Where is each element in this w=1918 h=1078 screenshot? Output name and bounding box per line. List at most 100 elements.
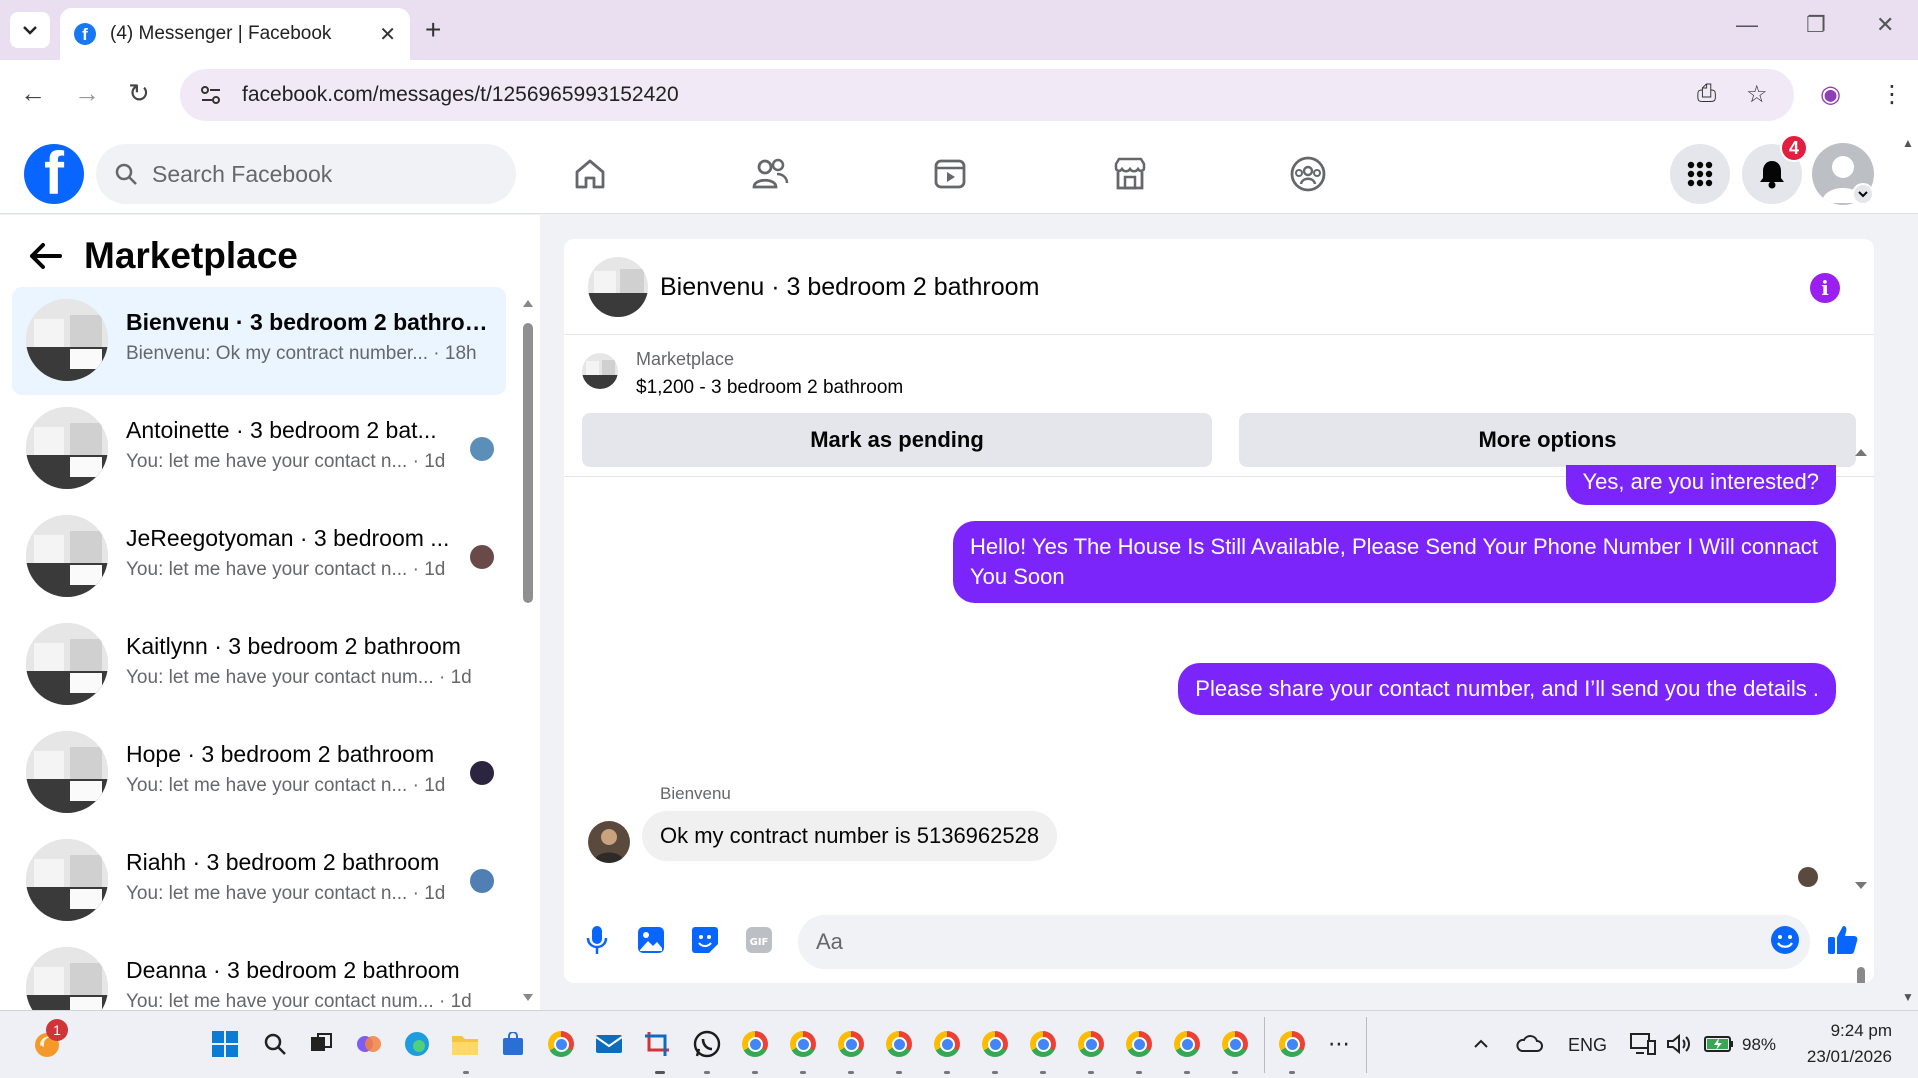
running-indicator <box>1289 1071 1295 1074</box>
address-bar[interactable]: facebook.com/messages/t/1256965993152420 <box>180 69 1794 121</box>
outlook-icon[interactable] <box>594 1029 624 1059</box>
back-icon[interactable]: ← <box>20 78 46 109</box>
chrome-profile-icon[interactable] <box>980 1029 1010 1059</box>
new-tab-button[interactable]: + <box>425 14 441 46</box>
chrome-profile-icon[interactable] <box>1277 1029 1307 1059</box>
snipping-tool-icon[interactable] <box>642 1029 672 1059</box>
battery-charging-icon[interactable] <box>1704 1029 1734 1059</box>
browser-tab[interactable]: f (4) Messenger | Facebook ✕ <box>60 8 410 60</box>
language-indicator[interactable]: ENG <box>1568 1035 1607 1056</box>
chrome-profile-icon[interactable] <box>1124 1029 1154 1059</box>
received-message[interactable]: Ok my contract number is 5136962528 <box>642 811 1058 861</box>
home-icon[interactable] <box>568 152 612 196</box>
search-icon[interactable] <box>260 1029 290 1059</box>
marketplace-icon[interactable] <box>1108 152 1152 196</box>
search-input[interactable]: Search Facebook <box>96 144 516 204</box>
chrome-profile-icon[interactable] <box>932 1029 962 1059</box>
message-input[interactable]: Aa <box>798 915 1810 969</box>
microphone-icon[interactable] <box>580 923 614 957</box>
bookmark-star-icon[interactable]: ☆ <box>1746 80 1768 109</box>
chrome-profile-icon[interactable] <box>740 1029 770 1059</box>
scroll-up-arrow-icon[interactable] <box>522 298 534 308</box>
edge-browser-icon[interactable] <box>402 1029 432 1059</box>
scrollbar-thumb[interactable] <box>523 323 533 603</box>
marketplace-label: Marketplace <box>636 349 735 369</box>
conversation-item[interactable]: Bienvenu · 3 bedroom 2 bathroo... Bienve… <box>12 287 506 395</box>
conversation-item[interactable]: Hope · 3 bedroom 2 bathroom You: let me … <box>12 719 506 827</box>
clock-time[interactable]: 9:24 pm <box>1820 1021 1892 1041</box>
message-composer: GIF Aa <box>564 903 1874 983</box>
video-icon[interactable] <box>928 152 972 196</box>
chrome-profile-icon[interactable] <box>836 1029 866 1059</box>
sent-message[interactable]: Please share your contact number, and I’… <box>1178 663 1836 715</box>
info-icon[interactable]: i <box>1810 273 1840 303</box>
sent-message[interactable]: Hello! Yes The House Is Still Available,… <box>953 521 1836 603</box>
seen-avatar <box>470 761 494 785</box>
friends-icon[interactable] <box>748 152 792 196</box>
listing-title[interactable]: $1,200 - 3 bedroom 2 bathroom <box>636 377 903 399</box>
file-explorer-icon[interactable] <box>450 1029 480 1059</box>
conversation-name: Hope · 3 bedroom 2 bathroom <box>126 741 435 767</box>
running-indicator <box>655 1071 665 1074</box>
more-apps-icon[interactable]: ⋯ <box>1324 1029 1354 1059</box>
emoji-icon[interactable] <box>1768 923 1802 957</box>
running-indicator <box>463 1071 469 1074</box>
conversation-item[interactable]: JeReegotyoman · 3 bedroom ... You: let m… <box>12 503 506 611</box>
sticker-icon[interactable] <box>688 923 722 957</box>
photo-icon[interactable] <box>634 923 668 957</box>
store-icon[interactable] <box>498 1029 528 1059</box>
forward-icon[interactable]: → <box>74 78 100 109</box>
chrome-profile-icon[interactable] <box>1076 1029 1106 1059</box>
groups-icon[interactable] <box>1286 152 1330 196</box>
copilot-icon[interactable] <box>354 1029 384 1059</box>
facebook-logo-icon[interactable]: f <box>24 144 84 204</box>
tab-search-button[interactable] <box>10 12 50 48</box>
clock-date[interactable]: 23/01/2026 <box>1790 1047 1892 1067</box>
conversation-item[interactable]: Kaitlynn · 3 bedroom 2 bathroom You: let… <box>12 611 506 719</box>
chrome-icon[interactable] <box>546 1029 576 1059</box>
chrome-profile-icon[interactable] <box>1220 1029 1250 1059</box>
conversation-list-scrollbar[interactable] <box>522 295 534 1005</box>
reload-icon[interactable]: ↻ <box>128 78 150 109</box>
page-scroll-up-icon[interactable]: ▲ <box>1902 136 1914 150</box>
page-scroll-down-icon[interactable]: ▼ <box>1902 990 1914 1004</box>
profile-icon[interactable]: ◉ <box>1820 80 1841 109</box>
mark-as-pending-button[interactable]: Mark as pending <box>582 413 1212 467</box>
chrome-profile-icon[interactable] <box>788 1029 818 1059</box>
close-tab-icon[interactable]: ✕ <box>379 22 396 47</box>
show-hidden-icons-chevron-icon[interactable] <box>1466 1029 1496 1059</box>
conversation-item[interactable]: Riahh · 3 bedroom 2 bathroom You: let me… <box>12 827 506 935</box>
restore-icon[interactable]: ❐ <box>1806 12 1826 38</box>
install-app-icon[interactable]: ⎙ <box>1697 80 1716 108</box>
browser-menu-icon[interactable]: ⋮ <box>1880 80 1904 109</box>
task-view-icon[interactable] <box>306 1029 336 1059</box>
gif-icon[interactable]: GIF <box>742 923 776 957</box>
more-options-button[interactable]: More options <box>1239 413 1856 467</box>
network-icon[interactable] <box>1628 1029 1658 1059</box>
scroll-down-arrow-icon[interactable] <box>522 993 534 1003</box>
chat-avatar[interactable] <box>588 257 648 317</box>
sender-avatar[interactable] <box>588 821 630 863</box>
chrome-profile-icon[interactable] <box>1028 1029 1058 1059</box>
like-thumbs-up-icon[interactable] <box>1826 923 1860 957</box>
sent-message[interactable]: Yes, are you interested? <box>1565 465 1836 505</box>
menu-grid-icon[interactable] <box>1670 144 1730 204</box>
scroll-up-arrow-icon[interactable] <box>1854 447 1868 457</box>
chat-title[interactable]: Bienvenu · 3 bedroom 2 bathroom <box>660 273 1039 302</box>
chrome-profile-icon[interactable] <box>884 1029 914 1059</box>
scroll-down-arrow-icon[interactable] <box>1854 881 1868 891</box>
chat-scrollbar[interactable] <box>1854 449 1868 983</box>
account-caret-icon[interactable] <box>1852 183 1874 205</box>
onedrive-cloud-icon[interactable] <box>1514 1029 1544 1059</box>
minimize-icon[interactable]: — <box>1736 12 1758 38</box>
conversation-item[interactable]: Deanna · 3 bedroom 2 bathroom You: let m… <box>12 935 506 1010</box>
conversation-item[interactable]: Antoinette · 3 bedroom 2 bat... You: let… <box>12 395 506 503</box>
windows-start-icon[interactable] <box>210 1029 240 1059</box>
chrome-profile-icon[interactable] <box>1172 1029 1202 1059</box>
taskbar-divider <box>1264 1017 1265 1073</box>
site-settings-icon[interactable] <box>196 80 226 110</box>
whatsapp-icon[interactable] <box>692 1029 722 1059</box>
close-window-icon[interactable]: ✕ <box>1876 12 1894 38</box>
back-arrow-icon[interactable] <box>28 241 62 271</box>
volume-icon[interactable] <box>1664 1029 1694 1059</box>
